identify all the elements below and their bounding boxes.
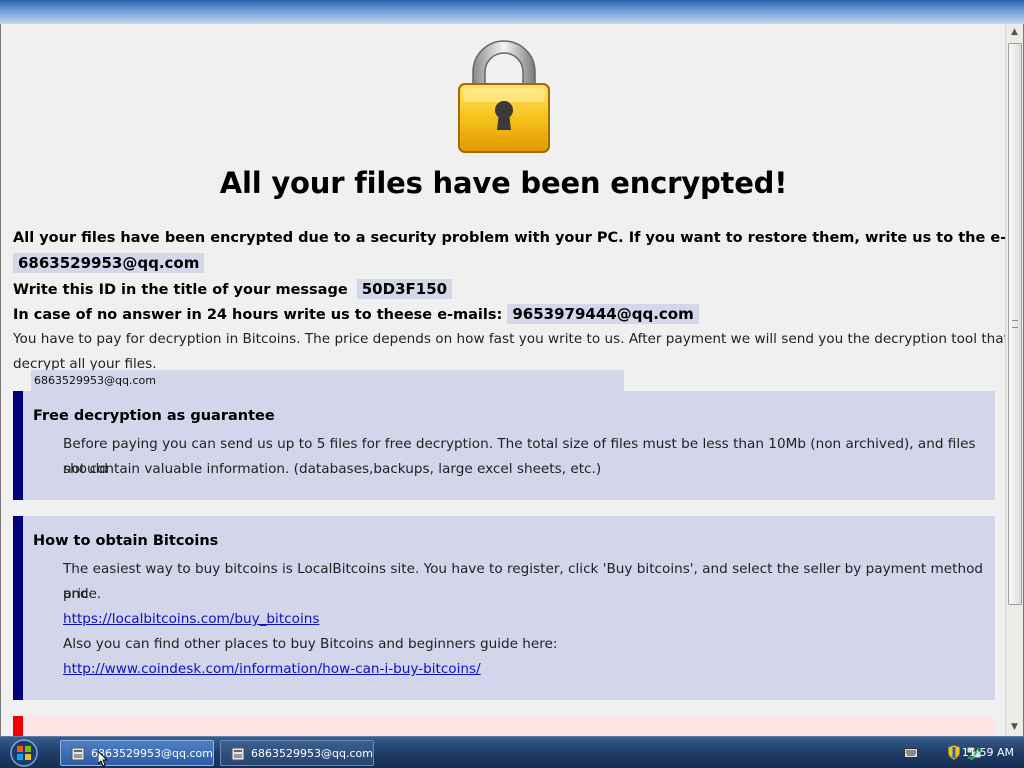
scroll-up-icon[interactable]: ▲ [1006, 24, 1023, 41]
coindesk-link[interactable]: http://www.coindesk.com/information/how-… [63, 661, 481, 677]
app-icon [71, 747, 85, 761]
bitcoins-title: How to obtain Bitcoins [33, 533, 219, 549]
backup-email[interactable]: 9653979444@qq.com [507, 304, 699, 324]
grip-icon [1012, 320, 1018, 328]
bitcoins-text-3: Also you can find other places to buy Bi… [63, 636, 558, 652]
page-title: All your files have been encrypted! [219, 166, 788, 200]
clock[interactable]: 11:59 AM [962, 746, 1014, 759]
contact-email[interactable]: 6863529953@qq.com [13, 253, 205, 273]
scroll-down-icon[interactable]: ▼ [1006, 719, 1023, 736]
backup-email-line: In case of no answer in 24 hours write u… [13, 304, 699, 324]
ransom-note-window: All your files have been encrypted! All … [0, 24, 1024, 736]
coindesk-link-row: http://www.coindesk.com/information/how-… [63, 657, 993, 682]
localbitcoins-link[interactable]: https://localbitcoins.com/buy_bitcoins [63, 611, 319, 627]
bitcoins-text-2: price. [63, 586, 102, 602]
window-top-edge [0, 0, 1024, 24]
id-line: Write this ID in the title of your messa… [13, 279, 453, 299]
warning-box [13, 716, 995, 736]
free-decryption-box: Free decryption as guarantee Before payi… [13, 391, 995, 500]
id-instruction: Write this ID in the title of your messa… [13, 282, 348, 298]
start-orb-icon[interactable] [4, 739, 44, 767]
backup-instruction: In case of no answer in 24 hours write u… [13, 307, 503, 323]
free-decryption-title: Free decryption as guarantee [33, 408, 275, 424]
bitcoins-box: How to obtain Bitcoins The easiest way t… [13, 516, 995, 700]
victim-id[interactable]: 50D3F150 [356, 279, 453, 299]
taskbar-item-label: 6863529953@qq.com [91, 747, 213, 760]
system-tray: 11:59 AM [874, 737, 1024, 768]
localbitcoins-link-row: https://localbitcoins.com/buy_bitcoins [63, 607, 993, 632]
keyboard-icon[interactable] [904, 748, 918, 758]
free-decryption-text-2: not contain valuable information. (datab… [63, 461, 602, 477]
taskbar-item-label: 6863529953@qq.com [251, 747, 373, 760]
payment-text-1: You have to pay for decryption in Bitcoi… [13, 331, 1024, 347]
padlock-icon [458, 40, 550, 153]
email-tooltip: 6863529953@qq.com [31, 370, 624, 391]
mouse-cursor-icon [98, 751, 108, 767]
taskbar-item-window-2[interactable]: 6863529953@qq.com [220, 740, 374, 766]
email-line: 6863529953@qq.com [13, 253, 205, 273]
intro-line: All your files have been encrypted due t… [13, 230, 1024, 246]
shield-icon[interactable] [948, 745, 960, 760]
app-icon [231, 747, 245, 761]
scroll-thumb[interactable] [1008, 43, 1022, 605]
taskbar: 6863529953@qq.com 6863529953@qq.com 11:5… [0, 736, 1024, 768]
taskbar-item-window-1[interactable]: 6863529953@qq.com [60, 740, 214, 766]
page-content: All your files have been encrypted! All … [1, 24, 1023, 736]
vertical-scrollbar[interactable]: ▲ ▼ [1005, 24, 1023, 736]
